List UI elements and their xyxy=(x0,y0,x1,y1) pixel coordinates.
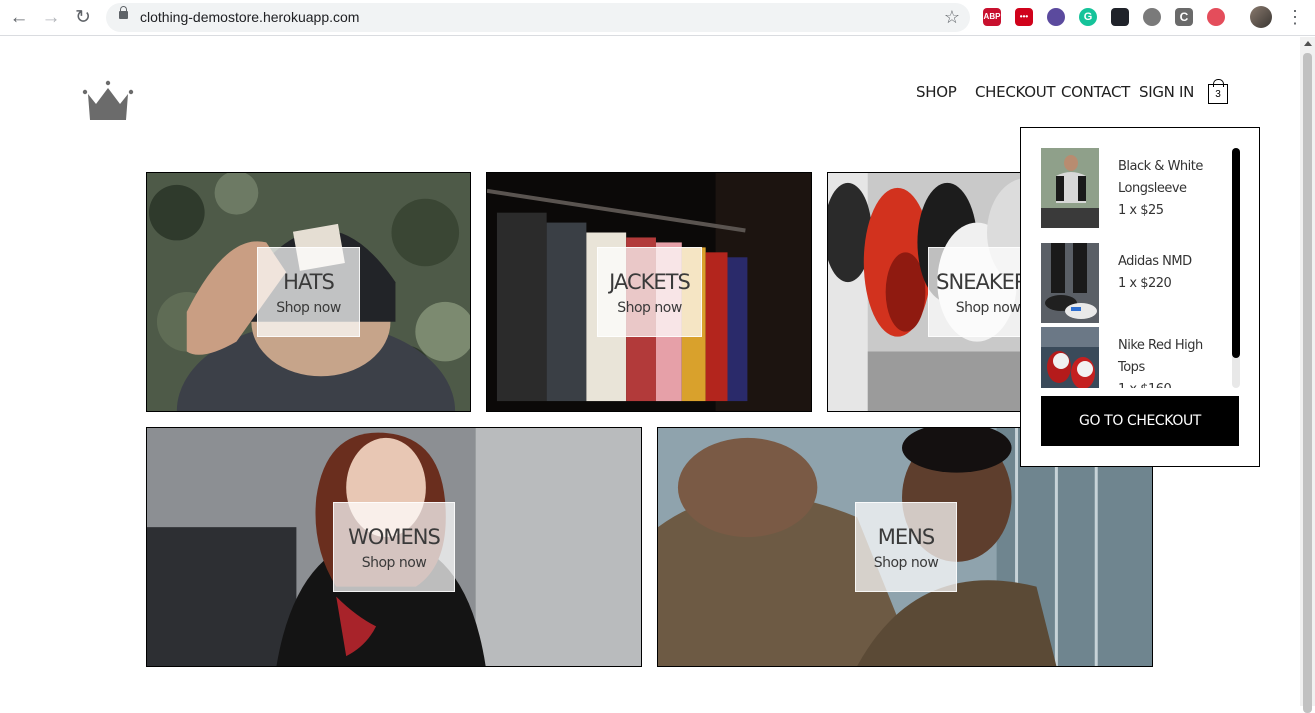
scrollbar-thumb[interactable] xyxy=(1303,53,1312,713)
nav-checkout-link[interactable]: CHECKOUT xyxy=(975,83,1056,101)
crown-logo-icon[interactable] xyxy=(82,80,134,122)
cart-item-qty: 1 x $220 xyxy=(1118,276,1172,291)
bug-icon[interactable] xyxy=(1143,8,1161,26)
cart-item-image xyxy=(1041,327,1099,388)
profile-avatar[interactable] xyxy=(1250,6,1272,28)
tile-womens-label: WOMENS Shop now xyxy=(333,502,455,592)
tile-title: WOMENS xyxy=(348,525,441,549)
address-bar[interactable]: clothing-demostore.herokuapp.com ☆ xyxy=(106,3,970,32)
tile-title: HATS xyxy=(283,270,335,294)
cart-item-qty: 1 x $25 xyxy=(1118,203,1164,218)
tile-jackets[interactable]: JACKETS Shop now xyxy=(486,172,812,412)
adblock-icon[interactable]: ABP xyxy=(983,8,1001,26)
cart-count: 3 xyxy=(1215,89,1221,100)
tile-hats[interactable]: HATS Shop now xyxy=(146,172,471,412)
tile-title: MENS xyxy=(877,525,935,549)
block-icon[interactable] xyxy=(1047,8,1065,26)
cart-item: Adidas NMD 1 x $220 xyxy=(1041,243,1231,323)
cart-item-name: Nike Red High Tops xyxy=(1118,338,1203,375)
cart-scrollbar[interactable] xyxy=(1232,148,1240,388)
tile-title: JACKETS xyxy=(609,270,691,294)
url-text: clothing-demostore.herokuapp.com xyxy=(140,9,360,25)
cart-item-image xyxy=(1041,243,1099,323)
bookmark-star-icon[interactable]: ☆ xyxy=(944,7,960,28)
tile-shop-now[interactable]: Shop now xyxy=(258,300,359,316)
tile-shop-now[interactable]: Shop now xyxy=(334,555,454,571)
browser-toolbar: ← → ↻ clothing-demostore.herokuapp.com ☆… xyxy=(0,0,1315,36)
nav-sign-in-link[interactable]: SIGN IN xyxy=(1139,83,1194,101)
reload-icon[interactable]: ↻ xyxy=(72,7,94,29)
todo-extension-icon[interactable]: ••• xyxy=(1015,8,1033,26)
tile-jackets-label: JACKETS Shop now xyxy=(597,247,702,337)
lastpass-icon[interactable] xyxy=(1207,8,1225,26)
cart-item: Black & White Longsleeve 1 x $25 xyxy=(1041,148,1231,228)
tile-hats-label: HATS Shop now xyxy=(257,247,360,337)
tile-shop-now[interactable]: Shop now xyxy=(598,300,701,316)
cart-scrollbar-thumb[interactable] xyxy=(1232,148,1240,358)
cart-item-name: Black & White Longsleeve xyxy=(1118,159,1203,196)
css-extension-icon[interactable]: C xyxy=(1175,8,1193,26)
cart-dropdown: Black & White Longsleeve 1 x $25 Adidas … xyxy=(1020,127,1260,467)
cart-item-details: Black & White Longsleeve 1 x $25 xyxy=(1118,156,1218,222)
go-to-checkout-button[interactable]: GO TO CHECKOUT xyxy=(1041,396,1239,446)
cart-item-details: Adidas NMD 1 x $220 xyxy=(1118,251,1218,295)
grammarly-icon[interactable]: G xyxy=(1079,8,1097,26)
cart-item-image xyxy=(1041,148,1099,228)
lock-icon xyxy=(119,6,128,19)
scroll-up-icon[interactable] xyxy=(1304,41,1312,46)
back-icon[interactable]: ← xyxy=(8,7,30,29)
cart-item: Nike Red High Tops 1 x $160 xyxy=(1041,327,1231,388)
tile-womens[interactable]: WOMENS Shop now xyxy=(146,427,642,667)
forward-icon[interactable]: → xyxy=(40,7,62,29)
cart-items-list[interactable]: Black & White Longsleeve 1 x $25 Adidas … xyxy=(1041,148,1241,388)
nav-contact-link[interactable]: CONTACT xyxy=(1061,83,1130,101)
nav-shop-link[interactable]: SHOP xyxy=(916,83,957,101)
tile-mens-label: MENS Shop now xyxy=(855,502,957,592)
page-scrollbar[interactable] xyxy=(1300,37,1315,713)
browser-menu-icon[interactable]: ⋮ xyxy=(1286,6,1304,28)
shopping-bag-icon[interactable]: 3 xyxy=(1208,79,1228,104)
tile-shop-now[interactable]: Shop now xyxy=(856,555,956,571)
react-devtools-icon[interactable] xyxy=(1111,8,1129,26)
cart-item-name: Adidas NMD xyxy=(1118,254,1192,269)
cart-item-details: Nike Red High Tops 1 x $160 xyxy=(1118,335,1218,388)
cart-item-qty: 1 x $160 xyxy=(1118,379,1218,388)
